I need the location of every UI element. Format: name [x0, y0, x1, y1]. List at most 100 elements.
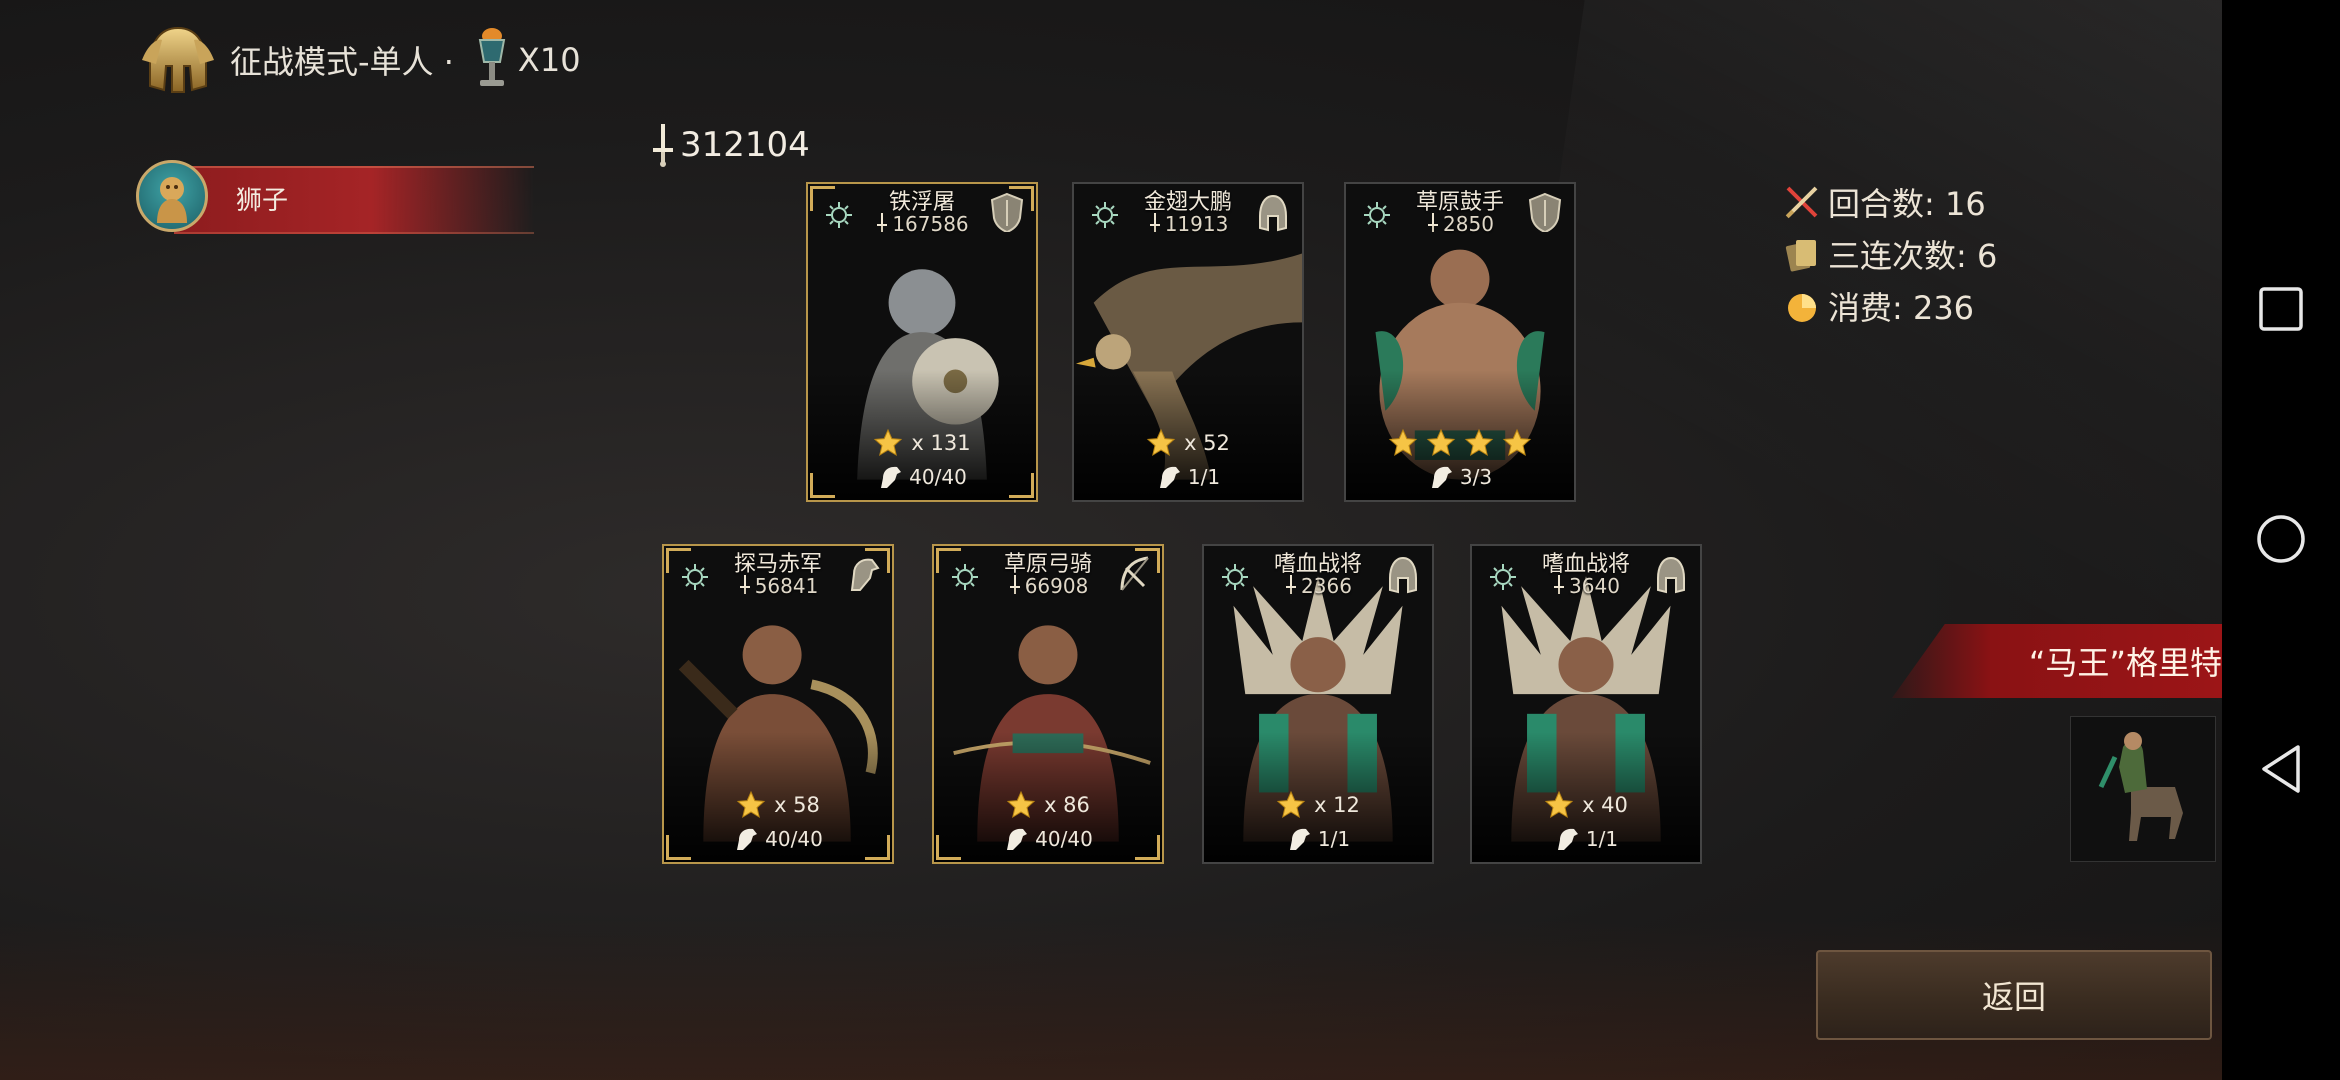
sword-icon — [653, 124, 673, 167]
player-name: 狮子 — [236, 186, 289, 216]
troop-count: 40/40 — [664, 826, 892, 852]
sword-icon — [739, 575, 750, 594]
sword-icon — [1009, 575, 1020, 594]
horse-head-icon — [1431, 466, 1452, 488]
total-power: 312104 — [650, 122, 810, 168]
chalice-ticket-icon — [478, 28, 506, 86]
troop-count-value: 1/1 — [1585, 827, 1619, 851]
player-name-bar — [174, 166, 534, 234]
unit-power-value: 2366 — [1301, 574, 1352, 598]
horse-head-icon — [1159, 466, 1180, 488]
star-level: x 58 — [664, 790, 892, 820]
unit-power-value: 11913 — [1164, 212, 1229, 236]
player-avatar — [136, 160, 208, 232]
unit-power: 11913 — [1074, 212, 1302, 236]
sword-icon — [1149, 213, 1160, 232]
unit-power-value: 56841 — [754, 574, 819, 598]
unit-power: 3640 — [1472, 574, 1700, 598]
star-level: x 12 — [1204, 790, 1432, 820]
circle-icon — [2257, 515, 2305, 563]
unit-card[interactable]: 草原弓骑 66908 x 86 40/40 — [932, 544, 1164, 864]
boss-banner: “马王”格里特 — [1892, 624, 2222, 698]
star-count: x 52 — [1184, 431, 1230, 455]
mode-header: 征战模式-单人 · X10 — [138, 24, 581, 96]
star-level: x 131 — [808, 428, 1036, 458]
square-icon — [2259, 287, 2303, 331]
star-icon — [1276, 790, 1306, 819]
star-level: x 40 — [1472, 790, 1700, 820]
sword-icon — [1554, 575, 1565, 594]
star-level: x 86 — [934, 790, 1162, 820]
lion-avatar-icon — [157, 177, 187, 223]
troop-count: 40/40 — [808, 464, 1036, 490]
back-triangle-icon — [2262, 745, 2300, 793]
cards-stack-icon — [1785, 240, 1816, 272]
unit-power-value: 2850 — [1443, 212, 1494, 236]
troop-count: 1/1 — [1204, 826, 1432, 852]
unit-card[interactable]: 嗜血战将 2366 x 12 1/1 — [1202, 544, 1434, 864]
unit-power-value: 167586 — [892, 212, 969, 236]
return-button[interactable]: 返回 — [1816, 950, 2212, 1040]
star-icon — [1426, 428, 1456, 457]
troop-count: 1/1 — [1472, 826, 1700, 852]
star-icon — [1464, 428, 1494, 457]
stat-rounds: 回合数: 16 — [1782, 176, 1997, 228]
star-icon — [1544, 790, 1574, 819]
boss-name: “马王”格里特 — [2028, 644, 2222, 682]
star-count: x 86 — [1044, 793, 1090, 817]
star-count: x 40 — [1582, 793, 1628, 817]
horse-head-icon — [1289, 828, 1310, 850]
star-count: x 131 — [911, 431, 971, 455]
sword-icon — [877, 213, 888, 232]
star-icon — [736, 790, 766, 819]
star-icon — [1388, 428, 1418, 457]
unit-power-value: 66908 — [1024, 574, 1089, 598]
sword-icon — [1286, 575, 1297, 594]
stat-cost: 消费: 236 — [1782, 280, 1997, 332]
rounds-text: 回合数: 16 — [1828, 185, 1986, 223]
unit-power-value: 3640 — [1569, 574, 1620, 598]
system-nav-bar — [2222, 0, 2340, 1080]
crossed-swords-icon — [1785, 186, 1818, 219]
spartan-helmet-icon — [142, 26, 214, 93]
back-button[interactable] — [2242, 730, 2320, 808]
boss-portrait[interactable] — [2070, 716, 2216, 862]
unit-card[interactable]: 嗜血战将 3640 x 40 1/1 — [1470, 544, 1702, 864]
unit-power: 167586 — [808, 212, 1036, 236]
home-button[interactable] — [2242, 500, 2320, 578]
star-count: x 12 — [1314, 793, 1360, 817]
total-power-value: 312104 — [680, 125, 810, 165]
unit-power: 2850 — [1346, 212, 1574, 236]
troop-count: 40/40 — [934, 826, 1162, 852]
unit-power: 66908 — [934, 574, 1162, 598]
unit-card[interactable]: 铁浮屠 167586 x 131 40/40 — [806, 182, 1038, 502]
unit-power: 2366 — [1204, 574, 1432, 598]
troop-count-value: 40/40 — [909, 465, 967, 489]
star-level — [1346, 428, 1574, 458]
horse-head-icon — [1557, 828, 1578, 850]
star-count: x 58 — [774, 793, 820, 817]
unit-card[interactable]: 金翅大鹏 11913 x 52 1/1 — [1072, 182, 1304, 502]
horse-head-icon — [737, 828, 758, 850]
unit-card[interactable]: 草原鼓手 2850 3/3 — [1344, 182, 1576, 502]
horse-head-icon — [1007, 828, 1028, 850]
horse-head-icon — [881, 466, 902, 488]
sword-icon — [1428, 213, 1439, 232]
troop-count-value: 40/40 — [1035, 827, 1093, 851]
stat-triples: 三连次数: 6 — [1782, 228, 1997, 280]
centaur-boss-image — [2071, 717, 2215, 861]
troop-count: 3/3 — [1346, 464, 1574, 490]
troop-count-value: 1/1 — [1187, 465, 1221, 489]
troop-count-value: 40/40 — [765, 827, 823, 851]
player-tab[interactable]: 狮子 — [134, 160, 534, 236]
troop-count-value: 3/3 — [1459, 465, 1493, 489]
star-icon — [1502, 428, 1532, 457]
unit-card[interactable]: 探马赤军 56841 x 58 40/40 — [662, 544, 894, 864]
ticket-count: X10 — [517, 41, 581, 79]
battle-stats: 回合数: 16 三连次数: 6 消费: 236 — [1782, 176, 1997, 332]
gold-coin-icon — [1788, 294, 1816, 322]
star-icon — [874, 428, 903, 457]
cost-text: 消费: 236 — [1828, 289, 1975, 327]
triples-text: 三连次数: 6 — [1828, 237, 1998, 275]
recent-apps-button[interactable] — [2242, 270, 2320, 348]
